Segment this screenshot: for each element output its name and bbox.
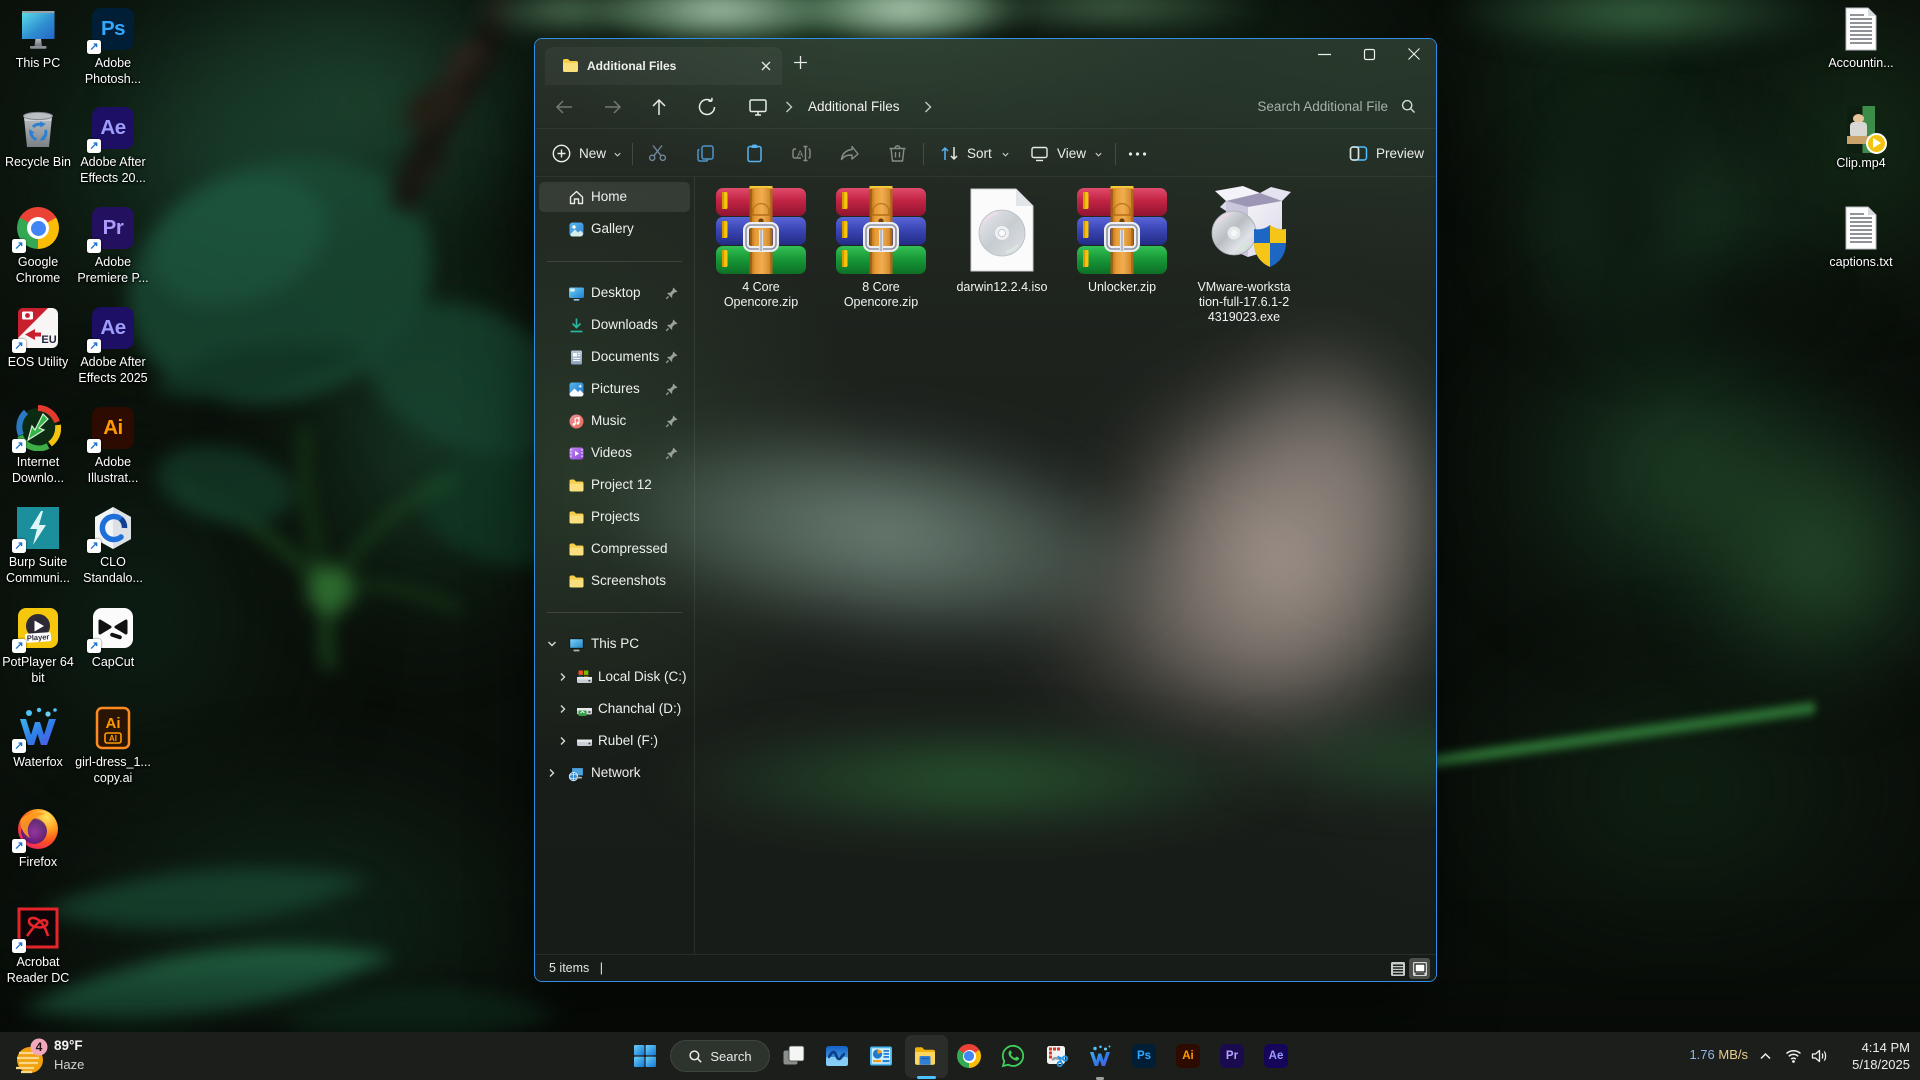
svg-text:A: A (797, 149, 804, 160)
svg-text:Ai: Ai (106, 715, 121, 732)
svg-text:AI: AI (109, 734, 117, 743)
svg-text:4: 4 (36, 1040, 43, 1054)
svg-text:Player: Player (26, 632, 49, 643)
svg-text:EU: EU (41, 334, 56, 346)
